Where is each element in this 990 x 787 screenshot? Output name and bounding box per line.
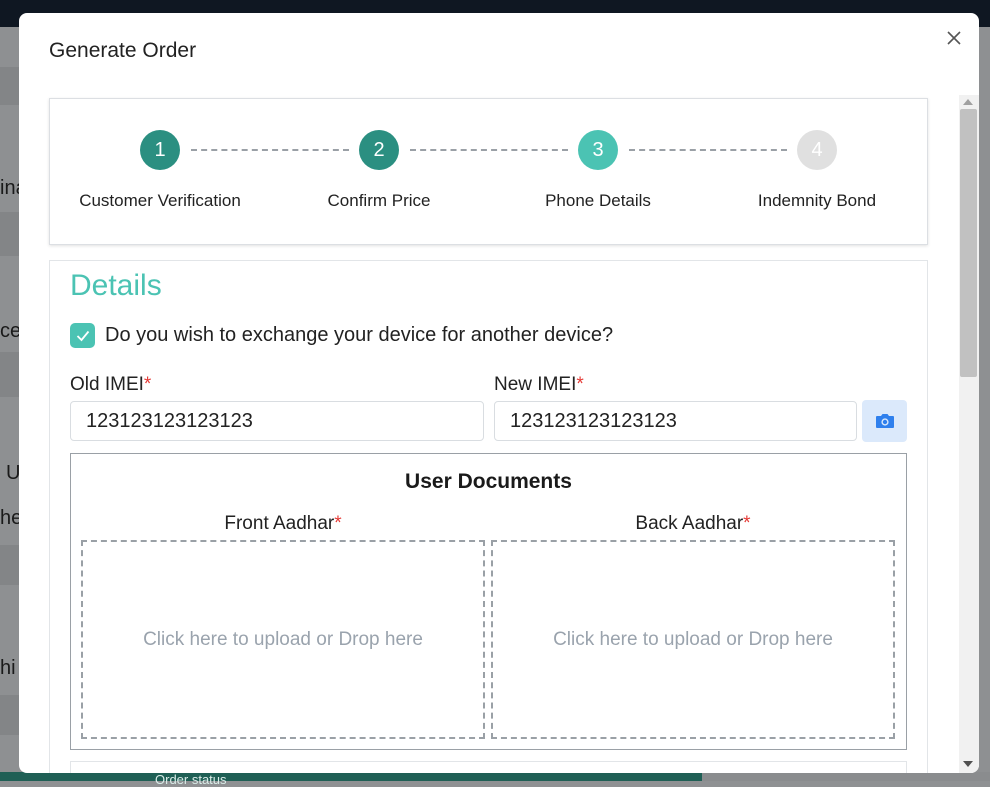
exchange-device-checkbox[interactable] — [70, 323, 95, 348]
generate-order-modal: Generate Order 1 2 3 4 Customer Verifica… — [19, 13, 979, 773]
step-connector — [629, 149, 787, 151]
background-text: hi — [0, 657, 16, 679]
scroll-down-arrow[interactable] — [963, 761, 973, 767]
old-imei-label-text: Old IMEI — [70, 374, 144, 395]
order-stepper: 1 2 3 4 Customer Verification Confirm Pr… — [49, 98, 928, 245]
back-aadhar-label-text: Back Aadhar — [635, 513, 744, 534]
front-aadhar-dropzone[interactable]: Click here to upload or Drop here — [81, 540, 485, 739]
background-bottom-button — [702, 772, 990, 781]
step-2-circle[interactable]: 2 — [359, 130, 399, 170]
check-icon — [76, 330, 89, 341]
modal-title: Generate Order — [49, 39, 197, 62]
background-bottom-text: Order status — [155, 772, 227, 787]
exchange-device-label: Do you wish to exchange your device for … — [105, 324, 614, 346]
required-marker: * — [743, 513, 751, 534]
front-aadhar-label: Front Aadhar* — [81, 513, 485, 535]
step-4-circle[interactable]: 4 — [797, 130, 837, 170]
step-3-label: Phone Details — [545, 191, 651, 210]
background-text: ce — [0, 320, 22, 342]
step-3-circle[interactable]: 3 — [578, 130, 618, 170]
details-title: Details — [70, 269, 162, 302]
required-marker: * — [143, 374, 152, 395]
step-1-circle[interactable]: 1 — [140, 130, 180, 170]
front-aadhar-label-text: Front Aadhar — [224, 513, 335, 534]
close-button[interactable] — [943, 27, 965, 49]
old-imei-label: Old IMEI* — [70, 374, 151, 396]
step-connector — [191, 149, 349, 151]
back-aadhar-label: Back Aadhar* — [491, 513, 895, 535]
back-aadhar-dropzone-text: Click here to upload or Drop here — [553, 628, 833, 650]
new-imei-label-text: New IMEI — [494, 374, 577, 395]
new-imei-input[interactable] — [494, 401, 857, 441]
scrollbar[interactable] — [959, 95, 979, 773]
new-imei-label: New IMEI* — [494, 374, 584, 396]
scroll-up-arrow[interactable] — [963, 99, 973, 105]
required-marker: * — [576, 374, 584, 395]
step-1-label: Customer Verification — [79, 191, 241, 210]
scan-imei-camera-button[interactable] — [862, 400, 907, 442]
back-aadhar-dropzone[interactable]: Click here to upload or Drop here — [491, 540, 895, 739]
step-connector — [410, 149, 568, 151]
front-aadhar-dropzone-text: Click here to upload or Drop here — [143, 628, 423, 650]
scrollbar-thumb[interactable] — [960, 109, 977, 377]
details-section: Details Do you wish to exchange your dev… — [49, 260, 928, 773]
camera-icon — [875, 414, 894, 428]
old-imei-input[interactable] — [70, 401, 484, 441]
step-2-label: Confirm Price — [327, 191, 431, 210]
close-icon — [947, 31, 961, 45]
required-marker: * — [334, 513, 342, 534]
user-documents-title: User Documents — [405, 470, 572, 493]
step-4-label: Indemnity Bond — [757, 191, 877, 210]
user-documents-section: User Documents Front Aadhar* Back Aadhar… — [70, 453, 907, 750]
next-section-edge — [70, 761, 907, 773]
